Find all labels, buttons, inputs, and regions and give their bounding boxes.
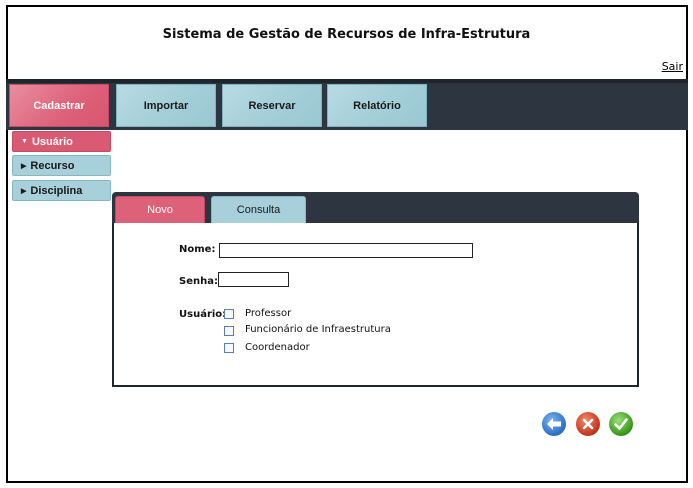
coordenador-checkbox[interactable] — [224, 343, 234, 353]
nav-reservar[interactable]: Reservar — [222, 84, 322, 127]
name-label: Nome: — [179, 244, 216, 255]
nav-importar[interactable]: Importar — [116, 84, 216, 127]
professor-option-label: Professor — [245, 308, 292, 319]
back-arrow-icon — [547, 418, 561, 430]
nav-relatorio[interactable]: Relatório — [327, 84, 427, 127]
tab-novo[interactable]: Novo — [115, 196, 205, 224]
arrow-right-icon: ▶ — [21, 187, 27, 195]
password-label: Senha: — [179, 276, 218, 287]
arrow-right-icon: ▶ — [21, 162, 27, 170]
sidebar-item-label: Recurso — [30, 159, 75, 172]
sidebar-item-usuario[interactable]: ▼ Usuário — [12, 131, 111, 152]
arrow-down-icon: ▼ — [21, 138, 28, 145]
nav-cadastrar[interactable]: Cadastrar — [9, 84, 109, 127]
confirm-check-icon — [614, 418, 628, 430]
funcionario-checkbox[interactable] — [224, 326, 234, 336]
nav-top-strip — [6, 79, 688, 83]
confirm-button[interactable] — [609, 412, 633, 436]
tab-consulta[interactable]: Consulta — [211, 196, 306, 224]
main-nav-bar: Cadastrar Importar Reservar Relatório — [6, 79, 688, 130]
coordenador-option-label: Coordenador — [245, 342, 310, 353]
password-field[interactable] — [218, 272, 289, 287]
sidebar-item-disciplina[interactable]: ▶ Disciplina — [12, 180, 111, 201]
logout-link[interactable]: Sair — [662, 60, 683, 73]
sidebar-item-label: Usuário — [31, 135, 73, 148]
sidebar-item-label: Disciplina — [30, 184, 83, 197]
app-title: Sistema de Gestão de Recursos de Infra-E… — [162, 27, 531, 42]
back-button[interactable] — [542, 412, 566, 436]
name-field[interactable] — [219, 243, 473, 258]
user-type-label: Usuário: — [179, 309, 227, 320]
professor-checkbox[interactable] — [224, 309, 234, 319]
sidebar-item-recurso[interactable]: ▶ Recurso — [12, 155, 111, 176]
tab-bar: Novo Consulta — [112, 192, 639, 224]
cancel-x-icon — [582, 418, 594, 430]
funcionario-option-label: Funcionário de Infraestrutura — [245, 324, 391, 335]
cancel-button[interactable] — [576, 412, 600, 436]
